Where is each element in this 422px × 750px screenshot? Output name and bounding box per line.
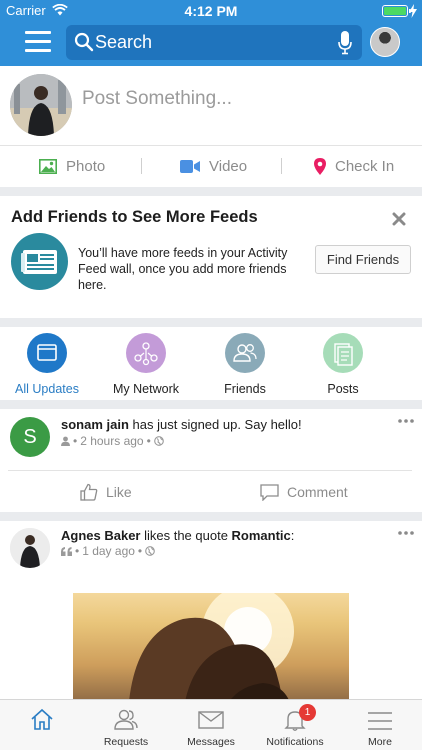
tab-label: Requests — [103, 736, 149, 748]
quote-image[interactable] — [73, 593, 349, 713]
filter-all-updates[interactable]: All Updates — [2, 333, 92, 396]
divider — [8, 470, 412, 471]
photo-icon — [39, 159, 57, 174]
author-name[interactable]: sonam jain — [61, 417, 129, 432]
separator — [281, 158, 282, 174]
activity-text: Agnes Baker likes the quote Romantic: — [61, 528, 294, 543]
avatar[interactable]: S — [10, 417, 50, 457]
profile-avatar[interactable] — [370, 27, 400, 57]
battery-icon — [382, 5, 411, 17]
thumbs-up-icon — [80, 483, 98, 501]
all-updates-icon — [27, 333, 67, 373]
tab-notifications[interactable]: 1 Notifications — [253, 700, 337, 750]
video-label: Video — [209, 158, 248, 175]
status-bar: Carrier 4:12 PM — [0, 0, 422, 22]
more-options-icon[interactable] — [398, 419, 414, 423]
tab-messages[interactable]: Messages — [169, 700, 253, 750]
check-in-button[interactable]: Check In — [314, 146, 394, 187]
comment-button[interactable]: Comment — [260, 472, 348, 512]
app-screen: Carrier 4:12 PM Search Post Something...… — [0, 0, 422, 750]
globe-icon — [153, 436, 164, 446]
filter-label: All Updates — [15, 382, 79, 396]
couple-photo-icon — [128, 593, 294, 713]
tab-more[interactable]: More — [338, 700, 422, 750]
users-icon — [114, 709, 138, 730]
post-composer: Post Something... Photo Video Check In — [0, 66, 422, 187]
clock-label: 4:12 PM — [184, 3, 238, 19]
activity-time: 2 hours ago — [80, 434, 144, 448]
find-friends-button[interactable]: Find Friends — [315, 245, 411, 274]
user-icon — [61, 436, 70, 446]
filter-posts[interactable]: Posts — [298, 333, 388, 396]
filter-friends[interactable]: Friends — [200, 333, 290, 396]
tab-label: Notifications — [266, 736, 324, 748]
photo-label: Photo — [66, 158, 106, 175]
filter-label: Friends — [224, 382, 266, 396]
activity-meta: • 2 hours ago • — [61, 434, 164, 448]
comment-label: Comment — [287, 484, 348, 500]
tab-label: More — [368, 736, 392, 748]
author-name[interactable]: Agnes Baker — [61, 528, 140, 543]
microphone-icon[interactable] — [338, 31, 352, 55]
separator — [141, 158, 142, 174]
check-in-label: Check In — [335, 158, 395, 175]
filter-my-network[interactable]: My Network — [101, 333, 191, 396]
search-input[interactable]: Search — [95, 32, 152, 53]
activity-action: has just signed up. Say hello! — [128, 417, 302, 432]
post-input[interactable]: Post Something... — [82, 88, 232, 110]
comment-icon — [260, 483, 279, 501]
video-icon — [180, 160, 200, 173]
posts-icon — [323, 333, 363, 373]
feed-filters: All Updates My Network Friends Posts — [0, 327, 422, 400]
globe-icon — [145, 546, 155, 556]
network-icon — [126, 333, 166, 373]
menu-button[interactable] — [25, 31, 51, 53]
activity-action: likes the quote — [140, 528, 232, 543]
filter-label: Posts — [327, 382, 359, 396]
more-options-icon[interactable] — [398, 531, 414, 535]
close-icon[interactable] — [392, 212, 406, 226]
add-friends-card: Add Friends to See More Feeds You’ll hav… — [0, 196, 422, 318]
notification-badge: 1 — [299, 704, 316, 721]
friends-icon — [225, 333, 265, 373]
menu-icon — [368, 712, 392, 730]
post-actions: Photo Video Check In — [0, 146, 422, 187]
filter-label: My Network — [113, 382, 179, 396]
charging-icon — [409, 4, 417, 18]
user-avatar — [10, 74, 72, 136]
video-button[interactable]: Video — [180, 146, 247, 187]
quote-icon — [61, 546, 72, 556]
top-bar: Carrier 4:12 PM Search — [0, 0, 422, 66]
add-friends-description: You’ll have more feeds in your Activity … — [78, 246, 288, 292]
search-icon — [74, 32, 94, 52]
activity-meta: • 1 day ago • — [61, 544, 155, 558]
photo-button[interactable]: Photo — [39, 146, 105, 187]
location-pin-icon — [314, 158, 326, 175]
activity-item: S sonam jain has just signed up. Say hel… — [0, 409, 422, 512]
quote-title[interactable]: Romantic — [232, 528, 291, 543]
activity-time: 1 day ago — [82, 544, 135, 558]
bottom-tab-bar: Requests Messages 1 Notifications More — [0, 699, 422, 750]
newsfeed-icon — [11, 233, 68, 290]
activity-actions: Like Comment — [0, 472, 422, 512]
user-photo-icon — [10, 74, 72, 136]
avatar[interactable] — [10, 528, 50, 568]
search-bar[interactable]: Search — [66, 25, 362, 60]
like-button[interactable]: Like — [80, 472, 132, 512]
tab-requests[interactable]: Requests — [84, 700, 168, 750]
home-icon — [31, 708, 53, 730]
tab-home[interactable] — [0, 700, 84, 750]
envelope-icon — [198, 711, 224, 729]
activity-suffix: : — [290, 528, 295, 543]
activity-text: sonam jain has just signed up. Say hello… — [61, 417, 302, 432]
tab-label: Messages — [187, 736, 235, 748]
add-friends-title: Add Friends to See More Feeds — [11, 208, 258, 226]
like-label: Like — [106, 484, 132, 500]
person-photo-icon — [10, 528, 50, 568]
